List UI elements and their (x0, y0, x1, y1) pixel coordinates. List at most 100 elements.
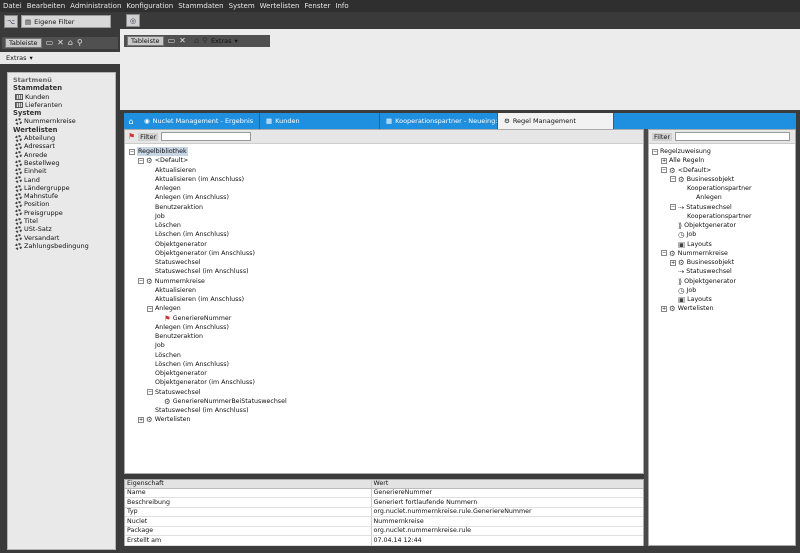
tab-kooperationspartner[interactable]: ▦ Kooperationspartner - Neueing: (380, 113, 498, 129)
tree-node[interactable]: − Regelzuweisung (652, 147, 795, 156)
home-tab-icon[interactable]: ⌂ (124, 113, 138, 129)
tree-node[interactable]: + ⚙ Wertelisten (652, 304, 795, 313)
tree-node[interactable]: ⟫ Objektgenerator (652, 221, 795, 230)
tree-node[interactable]: + ⚙ Businessobjekt (652, 258, 795, 267)
tree-node[interactable]: − ⚙ Businessobjekt (652, 175, 795, 184)
tree-node[interactable]: Statuswechsel (129, 258, 643, 267)
start-menu-item[interactable]: Adressart (13, 142, 115, 150)
menu-item-stammdaten[interactable]: Stammdaten (178, 2, 223, 10)
tree-node[interactable]: ⚑ GeneriereNummer (129, 314, 643, 323)
tree-node[interactable]: ▣ Layouts (652, 295, 795, 304)
tree-node[interactable]: Kooperationspartner (652, 212, 795, 221)
menu-item-konfiguration[interactable]: Konfiguration (126, 2, 173, 10)
tree-node[interactable]: − ⚙ Nummernkreise (129, 277, 643, 286)
tab-nuclet-management[interactable]: ◉ Nuclet Management - Ergebnis (138, 113, 260, 129)
home-icon[interactable]: ⌂ (68, 39, 73, 47)
tree-node[interactable]: − ⇢ Statuswechsel (652, 203, 795, 212)
tree-node[interactable]: − ⚙ Nummernkreise (652, 249, 795, 258)
menu-item-fenster[interactable]: Fenster (304, 2, 330, 10)
tree-node[interactable]: Objektgenerator (im Anschluss) (129, 378, 643, 387)
tree-node[interactable]: − Statuswechsel (129, 388, 643, 397)
start-icon[interactable]: ◎ (126, 14, 140, 27)
minimize-icon[interactable]: ▭ (168, 37, 176, 45)
start-menu-item[interactable]: Titel (13, 217, 115, 225)
collapse-icon[interactable]: − (661, 167, 667, 174)
tree-node[interactable]: Kooperationspartner (652, 184, 795, 193)
collapse-icon[interactable]: − (652, 148, 658, 155)
start-menu-item[interactable]: Zahlungsbedingung (13, 242, 115, 250)
tree-node[interactable]: Aktualisieren (im Anschluss) (129, 295, 643, 304)
tree-node[interactable]: Löschen (129, 221, 643, 230)
start-menu-item[interactable]: Nummernkreise (13, 117, 115, 125)
tree-node[interactable]: Löschen (im Anschluss) (129, 230, 643, 239)
tree-node[interactable]: − Regelbibliothek (129, 147, 643, 157)
tree-node[interactable]: ⟫ Objektgenerator (652, 277, 795, 286)
top-extras-menu[interactable]: Extras ▾ (211, 37, 238, 45)
property-row[interactable]: Nuclet Nummernkreise (125, 516, 643, 527)
tree-node[interactable]: Aktualisieren (im Anschluss) (129, 175, 643, 184)
close-icon[interactable]: ✕ (179, 37, 186, 45)
tree-icon[interactable]: ⚲ (202, 36, 208, 45)
collapse-icon[interactable]: − (147, 305, 153, 312)
collapse-icon[interactable]: − (661, 250, 667, 257)
tree-node[interactable]: Benutzeraktion (129, 332, 643, 341)
start-menu-item[interactable]: Ländergruppe (13, 184, 115, 192)
tree-node[interactable]: Aktualisieren (129, 286, 643, 295)
collapse-icon[interactable]: − (670, 176, 676, 183)
tree-node[interactable]: + ⚙ Wertelisten (129, 415, 643, 424)
collapse-icon[interactable]: − (670, 204, 676, 211)
tree-icon[interactable]: ⚲ (77, 39, 83, 47)
filter-input[interactable] (161, 132, 252, 141)
start-menu-item[interactable]: Lieferanten (13, 101, 115, 109)
property-row[interactable]: Typ org.nuclet.nummernkreise.rule.Generie… (125, 507, 643, 517)
tree-node[interactable]: Löschen (im Anschluss) (129, 360, 643, 369)
start-menu-item[interactable]: Anrede (13, 151, 115, 159)
tree-node[interactable]: Anlegen (652, 193, 795, 202)
tree-node[interactable]: ◷ Job (652, 230, 795, 239)
menu-item-wertelisten[interactable]: Wertelisten (260, 2, 300, 10)
home-icon[interactable]: ⌂ (194, 36, 199, 45)
start-menu-item[interactable]: Bestellweg (13, 159, 115, 167)
expand-icon[interactable]: + (670, 259, 676, 266)
tree-node[interactable]: + Alle Regeln (652, 156, 795, 165)
rule-icon[interactable]: ⚑ (128, 132, 135, 141)
start-menu-item[interactable]: Einheit (13, 167, 115, 175)
tab-eigene-filter[interactable]: ▤ Eigene Filter (21, 15, 111, 28)
expand-icon[interactable]: + (661, 157, 667, 164)
tree-node[interactable]: Statuswechsel (im Anschluss) (129, 406, 643, 415)
collapse-icon[interactable]: − (147, 389, 153, 396)
tree-node[interactable]: Job (129, 341, 643, 350)
tree-node[interactable]: Löschen (129, 351, 643, 360)
property-row[interactable]: Erstellt am 07.04.14 12:44 (125, 535, 643, 546)
tab-regel-management[interactable]: ⚙ Regel Management (498, 113, 614, 129)
start-menu-item[interactable]: Preisgruppe (13, 209, 115, 217)
menu-item-info[interactable]: Info (335, 2, 348, 10)
tab-kunden[interactable]: ▦ Kunden (260, 113, 380, 129)
tree-node[interactable]: Anlegen (129, 184, 643, 193)
tree-node[interactable]: ◷ Job (652, 286, 795, 295)
menu-item-system[interactable]: System (229, 2, 255, 10)
tree-node[interactable]: ▣ Layouts (652, 240, 795, 249)
tree-node[interactable]: Statuswechsel (im Anschluss) (129, 267, 643, 276)
collapse-icon[interactable]: − (138, 278, 144, 285)
property-row[interactable]: Beschreibung Generiert fortlaufende Numme… (125, 497, 643, 508)
tableiste-dropdown[interactable]: Tableiste (5, 38, 42, 48)
extras-menu[interactable]: Extras ▾ (0, 52, 120, 64)
menu-item-bearbeiten[interactable]: Bearbeiten (27, 2, 65, 10)
start-menu-item[interactable]: Land (13, 176, 115, 184)
tree-node[interactable]: − ⚙ <Default> (652, 166, 795, 175)
tree-node[interactable]: − ⚙ <Default> (129, 156, 643, 165)
tree-node[interactable]: Objektgenerator (129, 369, 643, 378)
property-row[interactable]: Package org.nuclet.nummernkreise.rule (125, 526, 643, 536)
expand-icon[interactable]: + (138, 416, 144, 423)
tree-node[interactable]: ⇢ Statuswechsel (652, 267, 795, 276)
property-row[interactable]: Name GeneriereNummer (125, 488, 643, 498)
start-menu-item[interactable]: Position (13, 200, 115, 208)
filter-input[interactable] (675, 132, 791, 141)
collapse-icon[interactable]: − (129, 148, 135, 155)
tree-node[interactable]: Anlegen (im Anschluss) (129, 323, 643, 332)
menu-item-administration[interactable]: Administration (70, 2, 121, 10)
tree-node[interactable]: Benutzeraktion (129, 203, 643, 212)
tree-node[interactable]: − Anlegen (129, 304, 643, 313)
tree-node[interactable]: ⚙ GeneriereNummerBeiStatuswechsel (129, 397, 643, 406)
